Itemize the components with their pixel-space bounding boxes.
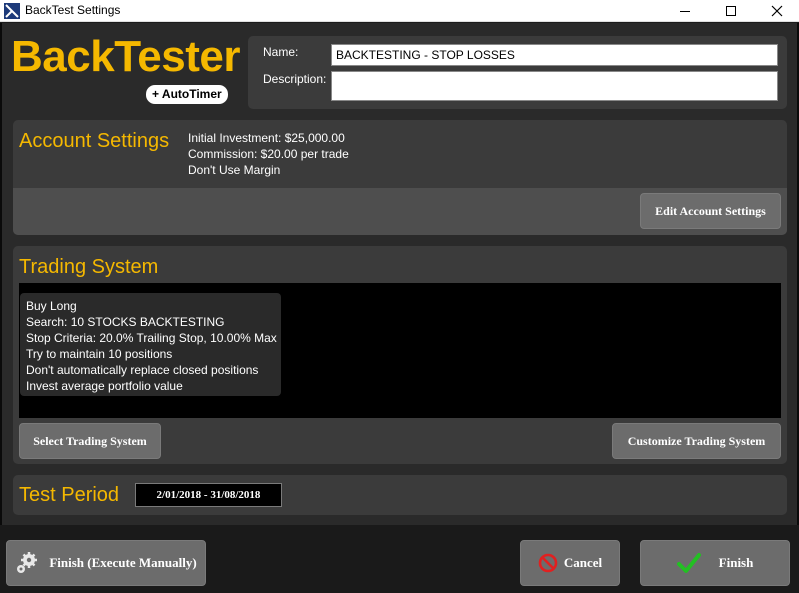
footer-bar: Finish (Execute Manually) Cancel Finish <box>0 525 799 593</box>
description-label: Description: <box>263 72 327 86</box>
account-settings-title: Account Settings <box>19 130 170 152</box>
commission-text: Commission: $20.00 per trade <box>188 147 349 161</box>
maximize-button[interactable] <box>708 0 754 22</box>
name-input[interactable]: BACKTESTING - STOP LOSSES <box>331 44 778 66</box>
test-period-range[interactable]: 2/01/2018 - 31/08/2018 <box>135 483 282 507</box>
search-text: Search: 10 STOCKS BACKTESTING <box>26 315 225 329</box>
checkmark-icon <box>676 552 701 574</box>
window-title: BackTest Settings <box>25 3 121 17</box>
cancel-label: Cancel <box>563 555 603 570</box>
gears-icon <box>15 551 39 575</box>
finish-execute-manually-label: Finish (Execute Manually) <box>49 555 197 570</box>
close-icon <box>771 5 783 17</box>
name-label: Name: <box>263 45 299 59</box>
trading-system-section: Trading System Buy Long Search: 10 STOCK… <box>13 246 787 464</box>
stop-criteria-text: Stop Criteria: 20.0% Trailing Stop, 10.0… <box>26 331 281 345</box>
replace-positions-text: Don't automatically replace closed posit… <box>26 363 259 377</box>
finish-button[interactable]: Finish <box>640 540 790 586</box>
autotimer-badge: + AutoTimer <box>146 85 228 104</box>
finish-execute-manually-button[interactable]: Finish (Execute Manually) <box>6 540 206 586</box>
finish-label: Finish <box>718 555 754 570</box>
invest-text: Invest average portfolio value <box>26 379 183 393</box>
trade-direction-text: Buy Long <box>26 299 77 313</box>
cancel-button[interactable]: Cancel <box>520 540 620 586</box>
select-trading-system-button[interactable]: Select Trading System <box>19 423 161 459</box>
close-button[interactable] <box>754 0 799 22</box>
account-settings-footer: Edit Account Settings <box>13 188 787 235</box>
trading-system-card[interactable]: Buy Long Search: 10 STOCKS BACKTESTING S… <box>20 293 281 396</box>
test-period-section: Test Period 2/01/2018 - 31/08/2018 <box>13 475 787 515</box>
test-period-title: Test Period <box>19 484 120 506</box>
maximize-icon <box>726 6 736 16</box>
account-settings-section: Account Settings Initial Investment: $25… <box>13 120 787 235</box>
trading-system-title: Trading System <box>19 256 159 278</box>
app-icon <box>4 3 20 19</box>
cancel-icon <box>538 553 558 573</box>
trading-system-area: Buy Long Search: 10 STOCKS BACKTESTING S… <box>19 283 781 418</box>
title-bar: BackTest Settings <box>0 0 799 22</box>
account-summary: Initial Investment: $25,000.00 Commissio… <box>188 130 349 178</box>
backtester-logo: BackTester <box>11 32 241 81</box>
name-description-panel: Name: BACKTESTING - STOP LOSSES Descript… <box>248 36 787 109</box>
minimize-button[interactable] <box>662 0 708 22</box>
customize-trading-system-button[interactable]: Customize Trading System <box>612 423 781 459</box>
description-input[interactable] <box>331 71 778 101</box>
margin-text: Don't Use Margin <box>188 163 281 177</box>
main-window: BackTester + AutoTimer Name: BACKTESTING… <box>0 23 799 525</box>
minimize-icon <box>680 10 690 12</box>
edit-account-settings-button[interactable]: Edit Account Settings <box>640 193 781 229</box>
positions-text: Try to maintain 10 positions <box>26 347 173 361</box>
initial-investment-text: Initial Investment: $25,000.00 <box>188 131 345 145</box>
